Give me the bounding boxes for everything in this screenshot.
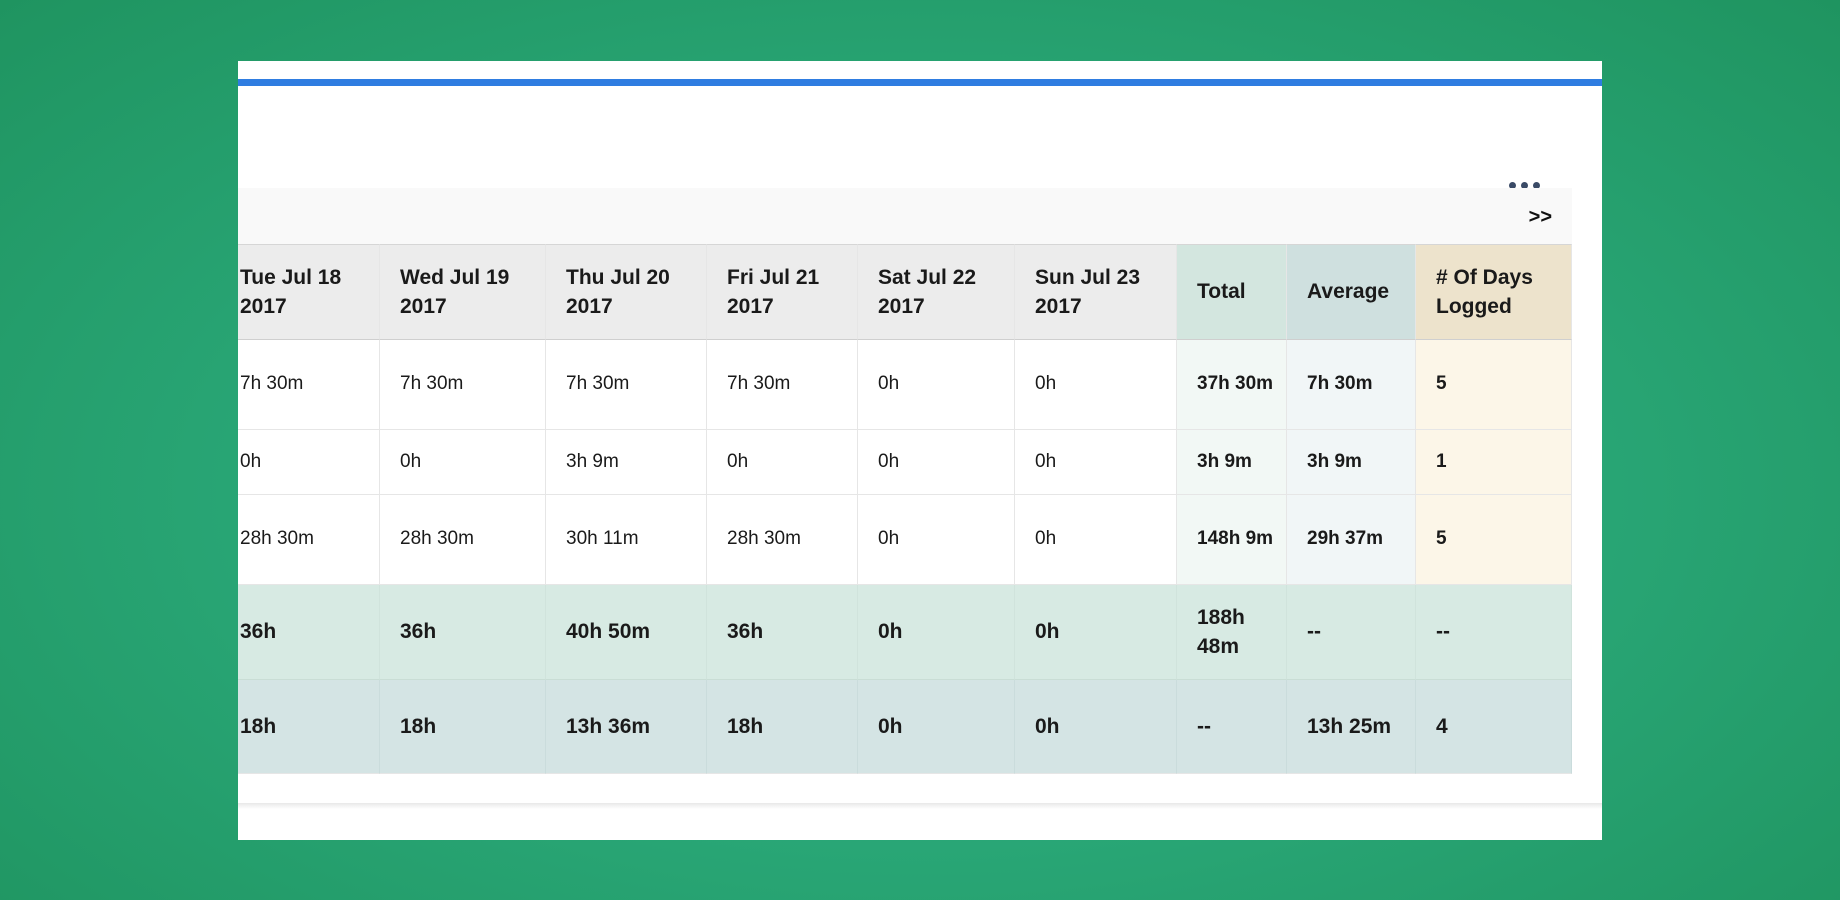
table-cell: 0h	[380, 430, 546, 495]
average-row-cell: 18h	[707, 680, 858, 774]
table-cell: 0h	[1015, 495, 1177, 585]
table-cell: 7h 30m	[546, 340, 707, 430]
table-cell: 28h 30m	[707, 495, 858, 585]
column-header-wed: Wed Jul 19 2017	[380, 244, 546, 340]
table-cell: 0h	[858, 430, 1015, 495]
next-page-button[interactable]: >>	[1529, 206, 1552, 229]
row-total-cell: 37h 30m	[1177, 340, 1287, 430]
table-cell: 7h 30m	[238, 340, 380, 430]
column-header-thu: Thu Jul 20 2017	[546, 244, 707, 340]
table-nav-strip: >>	[238, 188, 1572, 244]
card-divider	[238, 803, 1602, 809]
total-row-cell: 36h	[707, 585, 858, 680]
average-row-cell: 0h	[858, 680, 1015, 774]
column-header-average: Average	[1287, 244, 1416, 340]
table-cell: 30h 11m	[546, 495, 707, 585]
average-row-cell: 0h	[1015, 680, 1177, 774]
accent-bar	[238, 79, 1602, 86]
table-cell: 0h	[238, 430, 380, 495]
row-total-cell: 148h 9m	[1177, 495, 1287, 585]
total-row-cell: 40h 50m	[546, 585, 707, 680]
average-row-cell: --	[1177, 680, 1287, 774]
total-row-grand-total: 188h 48m	[1177, 585, 1287, 680]
table-cell: 0h	[707, 430, 858, 495]
total-row-cell: --	[1416, 585, 1572, 680]
table-cell: 0h	[1015, 430, 1177, 495]
total-row-cell: 0h	[1015, 585, 1177, 680]
row-days-logged-cell: 5	[1416, 340, 1572, 430]
row-days-logged-cell: 5	[1416, 495, 1572, 585]
table-cell: 0h	[858, 495, 1015, 585]
total-row-cell: 36h	[238, 585, 380, 680]
column-header-fri: Fri Jul 21 2017	[707, 244, 858, 340]
row-days-logged-cell: 1	[1416, 430, 1572, 495]
average-row-cell: 18h	[238, 680, 380, 774]
report-card: >> Tue Jul 18 2017 Wed Jul 19 2017 Thu J…	[238, 61, 1602, 840]
row-average-cell: 29h 37m	[1287, 495, 1416, 585]
table-cell: 7h 30m	[380, 340, 546, 430]
total-row-cell: 0h	[858, 585, 1015, 680]
column-header-tue: Tue Jul 18 2017	[238, 244, 380, 340]
total-row-cell: 36h	[380, 585, 546, 680]
row-average-cell: 3h 9m	[1287, 430, 1416, 495]
row-average-cell: 7h 30m	[1287, 340, 1416, 430]
average-row-overall: 13h 25m	[1287, 680, 1416, 774]
table-cell: 7h 30m	[707, 340, 858, 430]
column-header-sat: Sat Jul 22 2017	[858, 244, 1015, 340]
table-cell: 28h 30m	[380, 495, 546, 585]
column-header-sun: Sun Jul 23 2017	[1015, 244, 1177, 340]
column-header-total: Total	[1177, 244, 1287, 340]
total-row-cell: --	[1287, 585, 1416, 680]
timesheet-table: Tue Jul 18 2017 Wed Jul 19 2017 Thu Jul …	[238, 244, 1572, 774]
average-row-cell: 13h 36m	[546, 680, 707, 774]
table-cell: 3h 9m	[546, 430, 707, 495]
row-total-cell: 3h 9m	[1177, 430, 1287, 495]
average-row-cell: 18h	[380, 680, 546, 774]
table-cell: 0h	[1015, 340, 1177, 430]
table-cell: 0h	[858, 340, 1015, 430]
table-cell: 28h 30m	[238, 495, 380, 585]
column-header-days-logged: # Of Days Logged	[1416, 244, 1572, 340]
average-row-days: 4	[1416, 680, 1572, 774]
